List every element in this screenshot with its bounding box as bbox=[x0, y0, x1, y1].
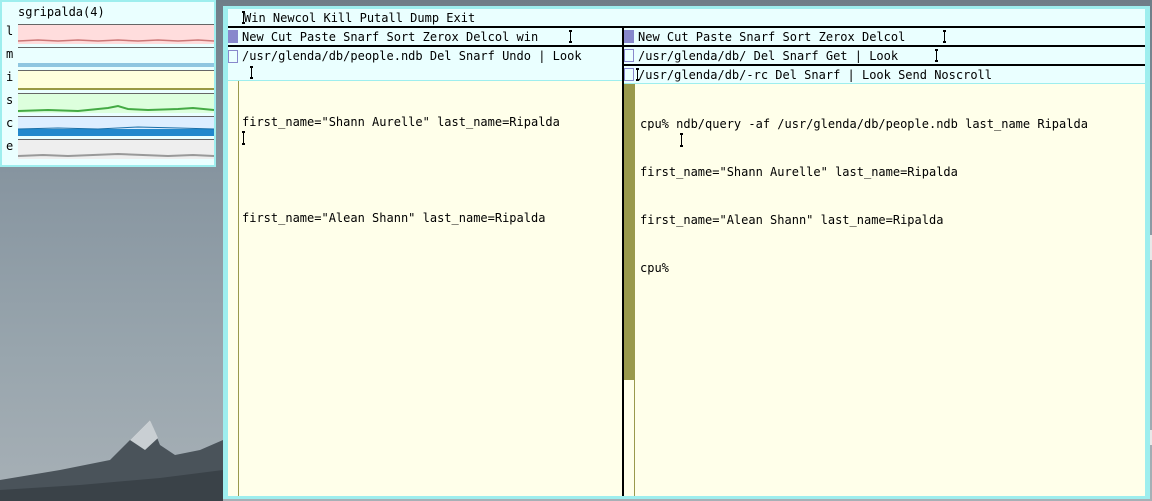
rc-window-scrollbar[interactable] bbox=[624, 84, 635, 496]
stats-row-context: c bbox=[4, 114, 214, 136]
output-line: first_name="Shann Aurelle" last_name=Rip… bbox=[640, 165, 958, 179]
text-cursor bbox=[680, 133, 683, 147]
stats-window[interactable]: sgripalda(4) l m i s c e bbox=[0, 0, 216, 167]
window-button[interactable] bbox=[624, 68, 634, 81]
right-column-tag-text[interactable]: New Cut Paste Snarf Sort Zerox Delcol bbox=[638, 30, 905, 44]
db-dir-window-tag-text[interactable]: /usr/glenda/db/ Del Snarf Get | Look bbox=[638, 49, 898, 63]
stats-row-load: l bbox=[4, 22, 214, 44]
stats-row-ether: e bbox=[4, 137, 214, 159]
people-window-tag-text[interactable]: /usr/glenda/db/people.ndb Del Snarf Undo… bbox=[242, 49, 582, 63]
acme-frame: Win Newcol Kill Putall Dump Exit New Cut… bbox=[228, 9, 1145, 496]
load-graph bbox=[18, 24, 214, 44]
rc-window-body[interactable]: cpu% ndb/query -af /usr/glenda/db/people… bbox=[640, 84, 1088, 308]
ndb-record-line: first_name="Shann Aurelle" last_name=Rip… bbox=[242, 115, 560, 129]
text-cursor bbox=[242, 131, 245, 145]
stats-label: e bbox=[6, 139, 14, 153]
memory-graph bbox=[18, 47, 214, 67]
main-tag-text[interactable]: Win Newcol Kill Putall Dump Exit bbox=[244, 11, 475, 25]
text-cursor bbox=[943, 30, 946, 43]
stats-row-intr: i bbox=[4, 68, 214, 90]
stats-row-memory: m bbox=[4, 45, 214, 67]
rc-window-tag[interactable]: /usr/glenda/db/-rc Del Snarf | Look Send… bbox=[624, 66, 1145, 83]
people-window-body[interactable]: first_name="Shann Aurelle" last_name=Rip… bbox=[242, 82, 560, 258]
stats-row-syscall: s bbox=[4, 91, 214, 113]
window-dirty-button[interactable] bbox=[228, 50, 238, 63]
stats-label: i bbox=[6, 70, 14, 84]
column-handle-button[interactable] bbox=[228, 30, 238, 43]
text-cursor bbox=[250, 66, 253, 79]
stats-label: c bbox=[6, 116, 14, 130]
main-tag[interactable]: Win Newcol Kill Putall Dump Exit bbox=[228, 9, 1145, 26]
stats-title: sgripalda(4) bbox=[18, 5, 105, 19]
text-cursor bbox=[569, 30, 572, 43]
command-line: cpu% ndb/query -af /usr/glenda/db/people… bbox=[640, 117, 1088, 131]
column-handle-button[interactable] bbox=[624, 30, 634, 43]
stats-label: m bbox=[6, 47, 14, 61]
people-window-tag[interactable]: /usr/glenda/db/people.ndb Del Snarf Undo… bbox=[228, 47, 622, 80]
people-window-scrollbar[interactable] bbox=[228, 81, 239, 496]
acme-window[interactable]: Win Newcol Kill Putall Dump Exit New Cut… bbox=[223, 6, 1150, 499]
output-line: first_name="Alean Shann" last_name=Ripal… bbox=[640, 213, 944, 227]
window-button[interactable] bbox=[624, 49, 634, 62]
text-cursor bbox=[935, 49, 938, 62]
syscall-graph bbox=[18, 93, 214, 113]
scroll-thumb[interactable] bbox=[624, 84, 634, 380]
left-column-tag-text[interactable]: New Cut Paste Snarf Sort Zerox Delcol wi… bbox=[242, 30, 538, 44]
ndb-record-line: first_name="Alean Shann" last_name=Ripal… bbox=[242, 211, 546, 225]
prompt-line: cpu% bbox=[640, 261, 669, 275]
intr-graph bbox=[18, 70, 214, 90]
left-column-tag[interactable]: New Cut Paste Snarf Sort Zerox Delcol wi… bbox=[228, 28, 622, 45]
stats-label: l bbox=[6, 24, 14, 38]
right-column-tag[interactable]: New Cut Paste Snarf Sort Zerox Delcol bbox=[624, 28, 1145, 45]
rc-window-tag-text[interactable]: /usr/glenda/db/-rc Del Snarf | Look Send… bbox=[638, 68, 992, 82]
divider bbox=[228, 80, 622, 81]
stats-label: s bbox=[6, 93, 14, 107]
context-graph bbox=[18, 116, 214, 136]
ether-graph bbox=[18, 139, 214, 159]
db-dir-window-tag[interactable]: /usr/glenda/db/ Del Snarf Get | Look bbox=[624, 47, 1145, 64]
